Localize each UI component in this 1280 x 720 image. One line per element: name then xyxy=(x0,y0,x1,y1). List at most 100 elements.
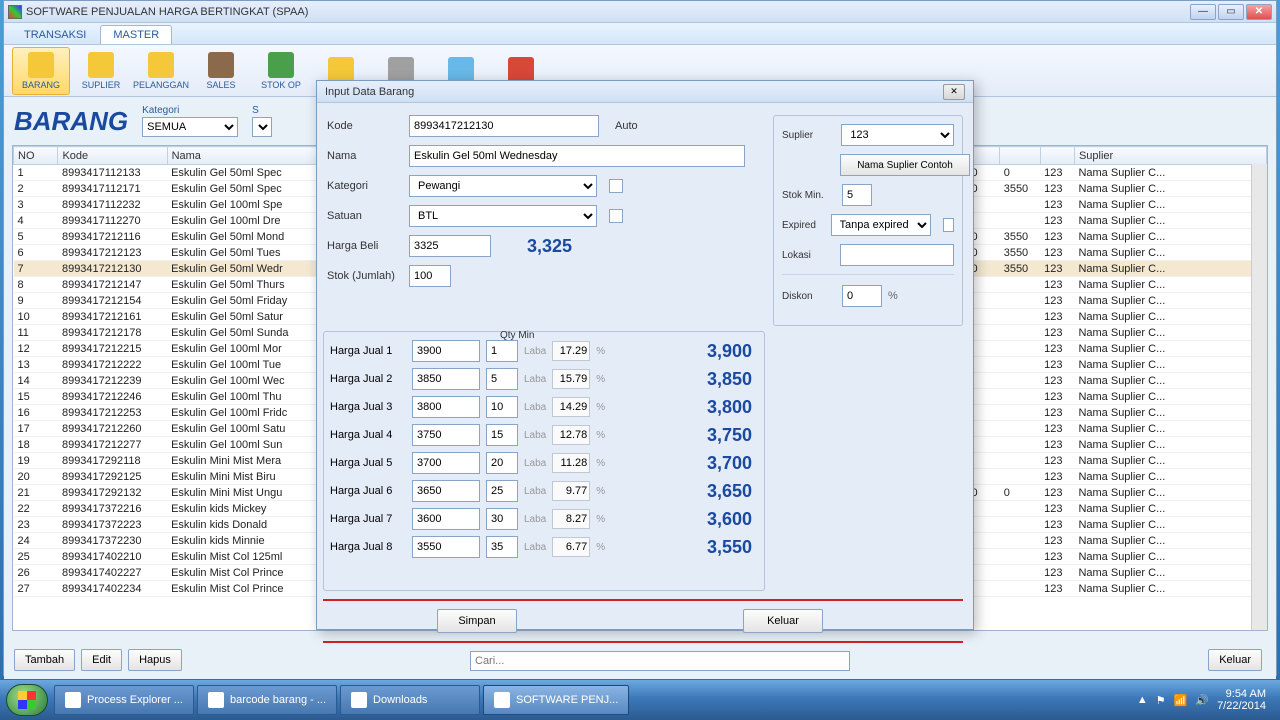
simpan-button[interactable]: Simpan xyxy=(437,609,517,633)
kode-input[interactable] xyxy=(409,115,599,137)
grid-header[interactable]: Kode xyxy=(58,147,167,165)
app-icon xyxy=(8,5,22,19)
qtymin-header: Qty Min xyxy=(500,330,534,341)
grid-header[interactable]: NO xyxy=(14,147,58,165)
price-display: 3,700 xyxy=(707,453,752,474)
price-value-input[interactable] xyxy=(412,396,480,418)
qty-min-input[interactable] xyxy=(486,480,518,502)
price-value-input[interactable] xyxy=(412,424,480,446)
modal-keluar-button[interactable]: Keluar xyxy=(743,609,823,633)
price-value-input[interactable] xyxy=(412,340,480,362)
toolbar-icon xyxy=(88,52,114,78)
diskon-input[interactable] xyxy=(842,285,882,307)
price-value-input[interactable] xyxy=(412,368,480,390)
tab-master[interactable]: MASTER xyxy=(100,25,172,44)
task-icon xyxy=(208,692,224,708)
stokmin-input[interactable] xyxy=(842,184,872,206)
price-row-8: Harga Jual 8Laba%3,550 xyxy=(330,536,758,558)
stok-input[interactable] xyxy=(409,265,451,287)
network-icon[interactable]: 📶 xyxy=(1174,694,1188,707)
tambah-button[interactable]: Tambah xyxy=(14,649,75,671)
price-display: 3,900 xyxy=(707,341,752,362)
price-value-input[interactable] xyxy=(412,508,480,530)
kode-label: Kode xyxy=(327,120,403,132)
kategori-select[interactable]: Pewangi xyxy=(409,175,597,197)
taskbar-item[interactable]: Process Explorer ... xyxy=(54,685,194,715)
qty-min-input[interactable] xyxy=(486,424,518,446)
minimize-button[interactable]: — xyxy=(1190,4,1216,20)
window-title: SOFTWARE PENJUALAN HARGA BERTINGKAT (SPA… xyxy=(26,6,1190,18)
toolbar-btn-PELANGGAN[interactable]: PELANGGAN xyxy=(132,47,190,95)
system-tray[interactable]: ▲ ⚑ 📶 🔊 9:54 AM7/22/2014 xyxy=(1137,688,1274,712)
toolbar-icon xyxy=(208,52,234,78)
toolbar-icon xyxy=(508,57,534,83)
toolbar-icon xyxy=(448,57,474,83)
toolbar-btn-SALES[interactable]: SALES xyxy=(192,47,250,95)
price-value-input[interactable] xyxy=(412,480,480,502)
price-row-5: Harga Jual 5Laba%3,700 xyxy=(330,452,758,474)
toolbar-btn-BARANG[interactable]: BARANG xyxy=(12,47,70,95)
tab-transaksi[interactable]: TRANSAKSI xyxy=(12,26,98,44)
task-icon xyxy=(65,692,81,708)
price-display: 3,600 xyxy=(707,509,752,530)
grid-header[interactable] xyxy=(1040,147,1074,165)
filter-kategori-label: Kategori xyxy=(142,105,238,116)
grid-header[interactable]: Suplier xyxy=(1074,147,1266,165)
grid-scrollbar[interactable] xyxy=(1251,164,1267,630)
laba-display xyxy=(552,341,590,361)
maximize-button[interactable]: ▭ xyxy=(1218,4,1244,20)
price-row-7: Harga Jual 7Laba%3,600 xyxy=(330,508,758,530)
edit-button[interactable]: Edit xyxy=(81,649,122,671)
price-value-input[interactable] xyxy=(412,536,480,558)
suplier-select[interactable]: 123 xyxy=(841,124,954,146)
qty-min-input[interactable] xyxy=(486,368,518,390)
expired-check[interactable] xyxy=(943,218,954,232)
search-input[interactable] xyxy=(470,651,850,671)
volume-icon[interactable]: 🔊 xyxy=(1195,694,1209,707)
qty-min-input[interactable] xyxy=(486,452,518,474)
modal-close-button[interactable]: ✕ xyxy=(943,84,965,100)
expired-select[interactable]: Tanpa expired xyxy=(831,214,931,236)
price-row-2: Harga Jual 2Laba%3,850 xyxy=(330,368,758,390)
filter-kategori-select[interactable]: SEMUA xyxy=(142,117,238,137)
price-display: 3,550 xyxy=(707,537,752,558)
flag-icon[interactable]: ⚑ xyxy=(1156,694,1166,707)
price-value-input[interactable] xyxy=(412,452,480,474)
close-button[interactable]: ✕ xyxy=(1246,4,1272,20)
grid-header[interactable] xyxy=(1000,147,1040,165)
taskbar-item[interactable]: SOFTWARE PENJ... xyxy=(483,685,629,715)
suplier-name-button[interactable]: Nama Suplier Contoh xyxy=(840,154,970,176)
price-row-4: Harga Jual 4Laba%3,750 xyxy=(330,424,758,446)
filter-s-select[interactable] xyxy=(252,117,272,137)
satuan-select[interactable]: BTL xyxy=(409,205,597,227)
toolbar-icon xyxy=(28,52,54,78)
price-row-3: Harga Jual 3Laba%3,800 xyxy=(330,396,758,418)
taskbar-item[interactable]: barcode barang - ... xyxy=(197,685,337,715)
windows-icon xyxy=(18,691,36,709)
qty-min-input[interactable] xyxy=(486,340,518,362)
taskbar: Process Explorer ...barcode barang - ...… xyxy=(0,680,1280,720)
laba-display xyxy=(552,397,590,417)
toolbar-icon xyxy=(148,52,174,78)
modal-title: Input Data Barang xyxy=(325,86,943,98)
tray-icon[interactable]: ▲ xyxy=(1137,694,1148,706)
start-button[interactable] xyxy=(6,684,48,716)
auto-label[interactable]: Auto xyxy=(615,120,638,132)
filter-s-label: S xyxy=(252,105,272,116)
stok-label: Stok (Jumlah) xyxy=(327,270,403,282)
qty-min-input[interactable] xyxy=(486,396,518,418)
hargabeli-input[interactable] xyxy=(409,235,491,257)
toolbar-btn-STOK OP[interactable]: STOK OP xyxy=(252,47,310,95)
qty-min-input[interactable] xyxy=(486,508,518,530)
qty-min-input[interactable] xyxy=(486,536,518,558)
lokasi-input[interactable] xyxy=(840,244,954,266)
hapus-button[interactable]: Hapus xyxy=(128,649,182,671)
keluar-button[interactable]: Keluar xyxy=(1208,649,1262,671)
price-display: 3,850 xyxy=(707,369,752,390)
hargabeli-label: Harga Beli xyxy=(327,240,403,252)
kategori-check[interactable] xyxy=(609,179,623,193)
taskbar-item[interactable]: Downloads xyxy=(340,685,480,715)
nama-input[interactable] xyxy=(409,145,745,167)
satuan-check[interactable] xyxy=(609,209,623,223)
toolbar-btn-SUPLIER[interactable]: SUPLIER xyxy=(72,47,130,95)
